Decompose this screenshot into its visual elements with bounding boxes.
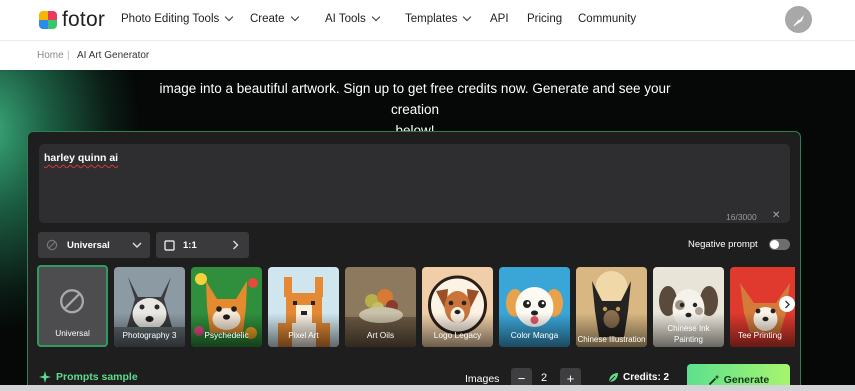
style-card-label: Chinese Ink Painting [667,324,710,344]
style-card-art-oils[interactable]: Art Oils [345,267,416,347]
scroll-right-button[interactable] [779,296,795,312]
nav-label: Create [250,13,285,25]
style-card-psychedelic[interactable]: Psychedelic [191,267,262,347]
leaf-icon [608,373,618,383]
nav-label: Community [578,13,637,25]
nav-photo-editing-tools[interactable]: Photo Editing Tools [121,12,234,25]
generator-panel: harley quinn ai 16/3000 ✕ Universal 1:1 … [27,131,801,391]
breadcrumb-current: AI Art Generator [77,50,150,61]
hero-line-1: image into a beautiful artwork. Sign up … [159,81,671,117]
nav-pricing[interactable]: Pricing [527,13,562,25]
square-icon [164,239,175,251]
style-card-logo-legacy[interactable]: Logo Legacy [422,267,493,347]
chevron-down-icon [132,242,142,248]
nav-templates[interactable]: Templates [405,12,472,25]
style-card-label: Pixel Art [288,330,319,340]
style-card-label: Photography 3 [122,330,177,340]
style-card-pixel-art[interactable]: Pixel Art [268,267,339,347]
prompts-sample-link[interactable]: Prompts sample [39,371,138,383]
prompt-input[interactable]: harley quinn ai 16/3000 ✕ [39,144,790,223]
style-card-row: Universal Photography 3 Psychedelic Pixe… [37,265,795,347]
prompt-text[interactable]: harley quinn ai [44,152,118,164]
char-count: 16/3000 [726,212,757,222]
chevron-down-icon [290,12,299,22]
user-avatar[interactable] [785,6,812,33]
breadcrumb-home[interactable]: Home [37,50,64,61]
images-count: 2 [541,372,548,384]
negative-prompt-toggle[interactable] [769,239,790,250]
ratio-dropdown[interactable]: 1:1 [156,232,249,258]
close-icon[interactable]: ✕ [772,210,780,221]
nav-label: Pricing [527,13,563,25]
style-card-universal[interactable]: Universal [37,265,108,347]
negative-prompt-label: Negative prompt [688,239,758,250]
logo-text: fotor [62,8,106,31]
style-card-color-manga[interactable]: Color Manga [499,267,570,347]
chevron-right-icon [784,300,790,308]
style-card-chinese-ink-painting[interactable]: Chinese Ink Painting [653,267,724,347]
nav-api[interactable]: API [490,13,509,25]
style-card-label: Color Manga [510,330,559,340]
breadcrumb: Home | AI Art Generator [0,41,855,70]
style-card-chinese-illustration[interactable]: Chinese Illustration [576,267,647,347]
chevron-down-icon [463,12,472,22]
nav-label: Templates [405,13,458,25]
images-label: Images [465,373,500,385]
fotor-logo-icon [39,11,57,29]
nav-label: AI Tools [325,13,366,25]
nav-create[interactable]: Create [250,12,299,25]
style-card-photography-3[interactable]: Photography 3 [114,267,185,347]
credits-label: Credits: 2 [623,372,670,383]
ratio-dropdown-value: 1:1 [183,239,197,251]
toggle-knob [770,240,779,249]
style-card-label: Universal [55,328,90,338]
style-card-label: Psychedelic [204,330,249,340]
disabled-circle-icon [46,239,58,251]
credits-indicator: Credits: 2 [608,372,669,383]
chevron-right-icon [233,240,239,250]
style-dropdown[interactable]: Universal [38,232,150,258]
browser-scrollbar[interactable] [0,385,855,391]
style-dropdown-value: Universal [67,239,110,251]
chevron-down-icon [371,12,380,22]
nav-label: Photo Editing Tools [121,13,220,25]
fotor-logo[interactable]: fotor [39,8,106,31]
style-card-label: Logo Legacy [433,330,482,340]
nav-label: API [490,13,509,25]
breadcrumb-separator: | [67,50,70,61]
style-card-label: Chinese Illustration [577,335,646,344]
quill-icon [793,14,804,26]
nav-community[interactable]: Community [578,13,636,25]
top-navigation: fotor Photo Editing Tools Create AI Tool… [0,0,855,41]
sparkle-icon [39,371,51,383]
chevron-down-icon [225,12,234,22]
style-card-label: Tee Printing [738,330,782,340]
style-card-label: Art Oils [366,330,395,340]
nav-ai-tools[interactable]: AI Tools [325,12,380,25]
prompts-sample-label: Prompts sample [56,371,138,383]
